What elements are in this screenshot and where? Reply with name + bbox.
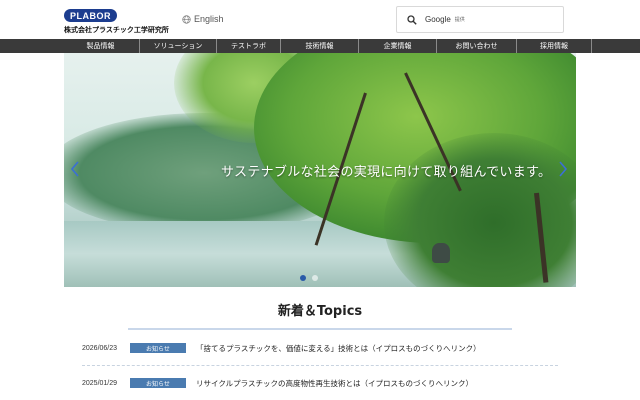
hero-slider: サステナブルな社会の実現に向けて取り組んでいます。 (64, 53, 576, 287)
hero-rock (432, 243, 450, 263)
nav-item-products[interactable]: 製品情報 (62, 39, 139, 53)
news-category-badge: お知らせ (130, 378, 186, 388)
topics-heading: 新着＆Topics (277, 304, 363, 319)
chevron-right-icon[interactable] (558, 161, 568, 177)
nav-item-recruit[interactable]: 採用情報 (516, 39, 592, 53)
site-search-box[interactable]: Google 提供 (396, 6, 564, 33)
nav-item-contact[interactable]: お問い合わせ (436, 39, 516, 53)
site-logo[interactable]: PLABOR 株式会社プラスチック工学研究所 (64, 9, 169, 35)
topics-divider (128, 328, 512, 330)
nav-item-company-info[interactable]: 企業情報 (358, 39, 436, 53)
news-title-link[interactable]: 「捨てるプラスチックを、価値に変える」技術とは（イプロスものづくりへリンク） (196, 343, 481, 354)
globe-icon (182, 14, 191, 24)
global-nav: 製品情報 ソリューション テストラボ 技術情報 企業情報 お問い合わせ 採用情報 (0, 39, 640, 53)
chevron-left-icon[interactable] (70, 161, 80, 177)
search-icon[interactable] (407, 14, 417, 25)
language-label: English (194, 14, 224, 24)
slider-pagination (300, 275, 318, 281)
site-header: PLABOR 株式会社プラスチック工学研究所 English Google 提供 (0, 0, 640, 39)
language-switch-link[interactable]: English (182, 14, 224, 24)
hero-caption: サステナブルな社会の実現に向けて取り組んでいます。 (221, 165, 552, 180)
news-title-link[interactable]: リサイクルプラスチックの高度物性再生技術とは（イプロスものづくりへリンク） (196, 378, 473, 389)
logo-badge: PLABOR (64, 9, 117, 22)
news-category-badge: お知らせ (130, 343, 186, 353)
slider-dot-2[interactable] (312, 275, 318, 281)
news-item[interactable]: 2026/06/23 お知らせ 「捨てるプラスチックを、価値に変える」技術とは（… (82, 341, 562, 355)
nav-item-technical-info[interactable]: 技術情報 (280, 39, 358, 53)
news-date: 2025/01/29 (82, 379, 118, 387)
slider-dot-1[interactable] (300, 275, 306, 281)
nav-item-test-lab[interactable]: テストラボ (216, 39, 280, 53)
news-date: 2026/06/23 (82, 344, 118, 352)
news-item[interactable]: 2025/01/29 お知らせ リサイクルプラスチックの高度物性再生技術とは（イ… (82, 376, 562, 390)
search-input[interactable]: 提供 (455, 16, 465, 23)
news-divider (82, 365, 558, 366)
company-name: 株式会社プラスチック工学研究所 (64, 26, 169, 34)
search-provider-brand: Google (425, 15, 451, 24)
nav-item-solutions[interactable]: ソリューション (139, 39, 216, 53)
